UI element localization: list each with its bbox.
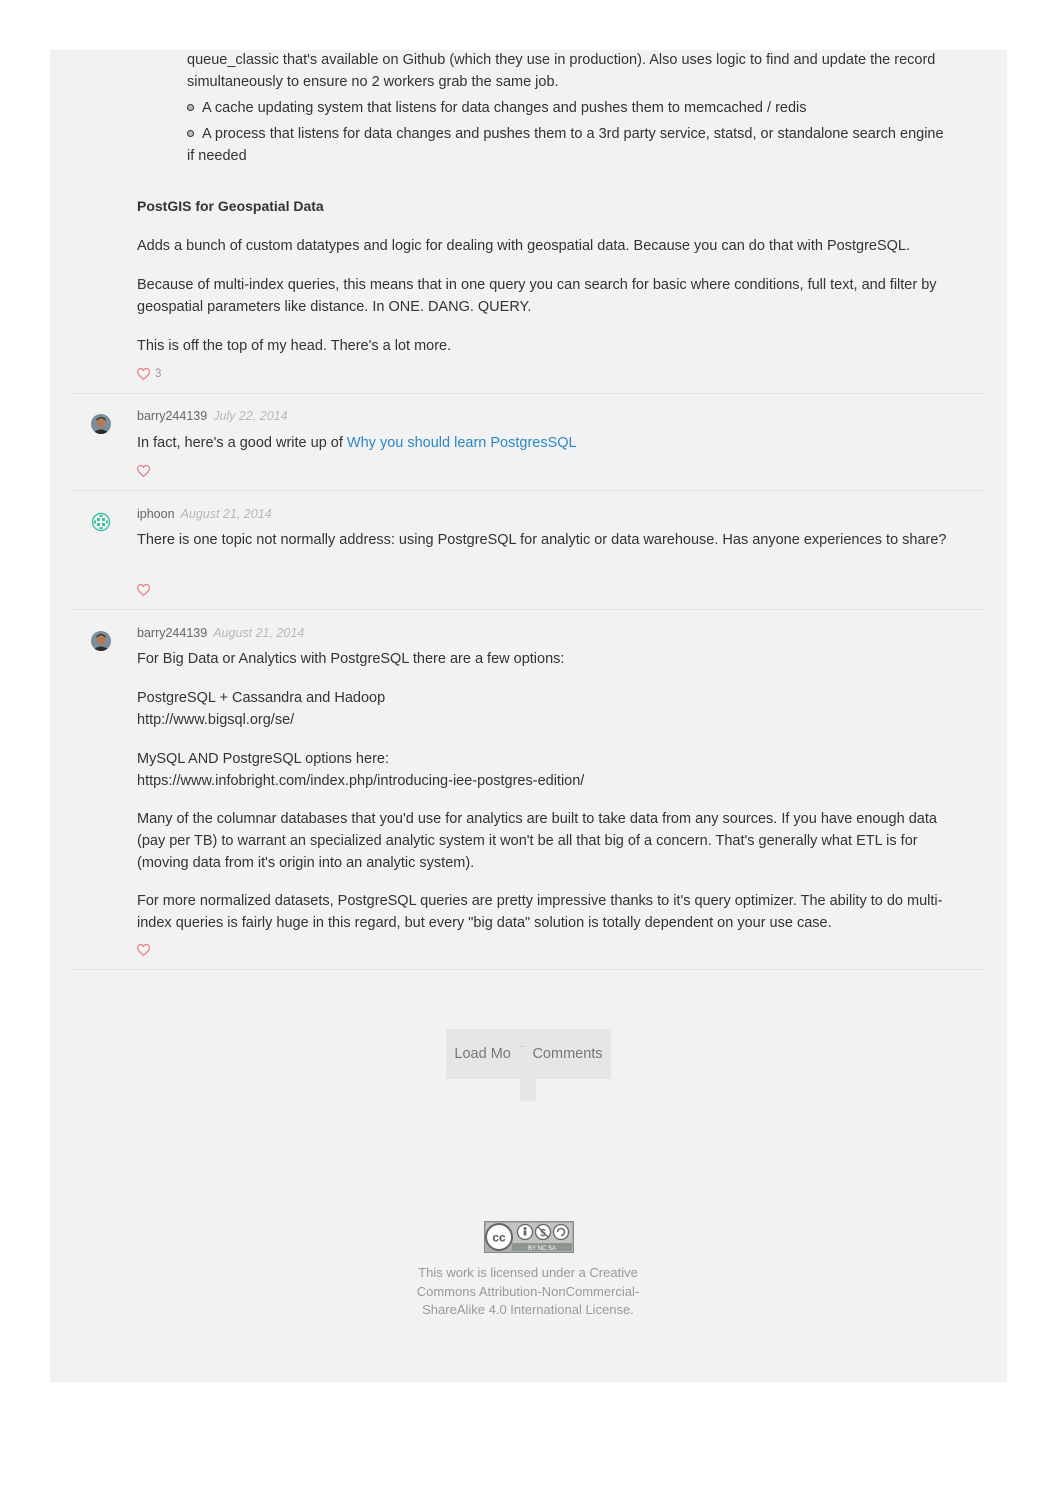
bullet-icon bbox=[187, 104, 194, 111]
comment-date: August 21, 2014 bbox=[213, 626, 305, 640]
spinner-icon: ¯ bbox=[518, 1046, 525, 1057]
license-badge-text: BY NC SA bbox=[528, 1246, 556, 1252]
avatar[interactable] bbox=[91, 512, 111, 532]
list-continuation-text: queue_classic that's available on Github… bbox=[187, 52, 936, 90]
comment-url: https://www.infobright.com/index.php/int… bbox=[137, 773, 585, 789]
comment-author[interactable]: barry244139 bbox=[137, 626, 207, 640]
comment-divider bbox=[71, 490, 986, 491]
avatar[interactable] bbox=[91, 631, 111, 651]
user-avatar-icon bbox=[91, 414, 111, 434]
avatar[interactable] bbox=[91, 414, 111, 434]
comment-divider bbox=[71, 969, 986, 970]
comment-text: There is one topic not normally address:… bbox=[137, 532, 947, 548]
heart-outline-icon bbox=[137, 584, 150, 596]
post-paragraph: This is off the top of my head. There's … bbox=[137, 338, 452, 354]
comment-divider bbox=[71, 609, 986, 610]
like-count: 3 bbox=[155, 368, 162, 380]
load-more-tab bbox=[520, 1079, 536, 1101]
post-paragraph: Adds a bunch of custom datatypes and log… bbox=[137, 238, 911, 254]
license-text[interactable]: This work is licensed under a Creative C… bbox=[398, 1264, 658, 1320]
comment-text: Many of the columnar databases that you'… bbox=[137, 811, 937, 871]
comment-author[interactable]: iphoon bbox=[137, 507, 175, 521]
comment-date: July 22, 2014 bbox=[213, 409, 288, 423]
creative-commons-badge-icon[interactable]: cc $ BY NC SA bbox=[484, 1221, 574, 1253]
load-more-comments-button[interactable]: Load Mo ¯ Comments bbox=[446, 1029, 611, 1079]
heart-outline-icon bbox=[137, 465, 150, 477]
comment-meta: barry244139 July 22, 2014 bbox=[137, 408, 288, 424]
section-heading: PostGIS for Geospatial Data bbox=[137, 198, 324, 214]
comment-text: MySQL AND PostgreSQL options here: bbox=[137, 751, 389, 767]
comment-meta: iphoon August 21, 2014 bbox=[137, 506, 272, 522]
comment-text: For Big Data or Analytics with PostgreSQ… bbox=[137, 651, 565, 667]
identicon-icon bbox=[91, 512, 111, 532]
comment-author[interactable]: barry244139 bbox=[137, 409, 207, 423]
article-link[interactable]: Why you should learn PostgresSQL bbox=[347, 435, 577, 451]
like-button[interactable]: 3 bbox=[137, 367, 161, 381]
heart-outline-icon bbox=[137, 368, 150, 380]
user-avatar-icon bbox=[91, 631, 111, 651]
list-item: A process that listens for data changes … bbox=[187, 126, 944, 164]
bullet-icon bbox=[187, 130, 194, 137]
load-more-label: Load Mo bbox=[454, 1046, 511, 1062]
load-more-label: Comments bbox=[532, 1046, 603, 1062]
heart-outline-icon bbox=[137, 944, 150, 956]
comment-divider bbox=[71, 393, 986, 394]
like-button[interactable] bbox=[137, 944, 150, 956]
comment-text: PostgreSQL + Cassandra and Hadoop bbox=[137, 690, 386, 706]
comment-text: For more normalized datasets, PostgreSQL… bbox=[137, 893, 943, 931]
comment-meta: barry244139 August 21, 2014 bbox=[137, 625, 304, 641]
svg-text:cc: cc bbox=[492, 1231, 506, 1245]
like-button[interactable] bbox=[137, 584, 150, 596]
list-item: A cache updating system that listens for… bbox=[187, 97, 947, 119]
comment-date: August 21, 2014 bbox=[180, 507, 272, 521]
comment-text: In fact, here's a good write up of Why y… bbox=[137, 435, 577, 451]
comment-url: http://www.bigsql.org/se/ bbox=[137, 712, 295, 728]
like-button[interactable] bbox=[137, 465, 150, 477]
post-paragraph: Because of multi-index queries, this mea… bbox=[137, 277, 937, 315]
